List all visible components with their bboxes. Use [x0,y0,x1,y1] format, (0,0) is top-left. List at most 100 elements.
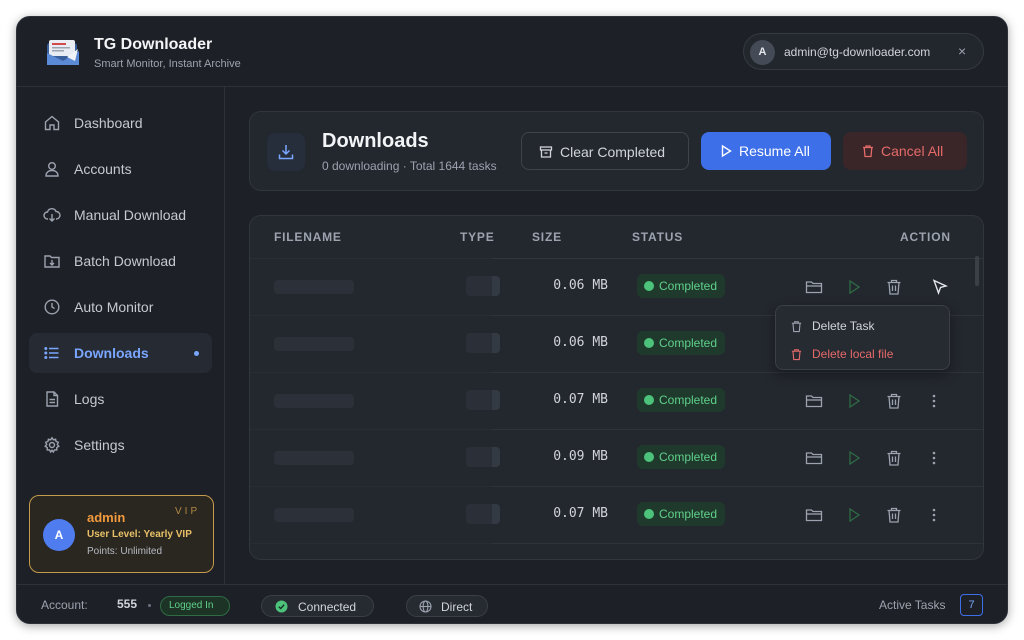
button-label: Clear Completed [560,144,666,160]
play-icon[interactable] [845,278,863,296]
trash-icon[interactable] [885,392,903,410]
menu-item-label: Delete Task [812,319,875,333]
proxy-mode[interactable]: Direct [406,595,488,617]
active-tasks-label: Active Tasks [879,598,946,612]
user-icon [45,162,59,177]
app-logo-icon [47,40,79,65]
downloads-header: Downloads 0 downloading · Total 1644 tas… [249,111,984,191]
login-status-badge: Logged In [160,596,230,616]
sidebar-item-accounts[interactable]: Accounts [29,149,212,189]
trash-icon [863,145,873,158]
badge-label: Logged In [169,600,214,611]
sidebar-item-downloads[interactable]: Downloads [29,333,212,373]
menu-item-delete-local-file[interactable]: Delete local file [776,340,951,368]
table-scrollbar[interactable] [975,256,979,286]
folder-icon[interactable] [805,392,823,410]
sidebar-item-label: Accounts [74,161,132,177]
sidebar-item-label: Auto Monitor [74,299,154,315]
play-icon [721,144,732,158]
folder-icon[interactable] [805,506,823,524]
play-icon[interactable] [845,449,863,467]
gear-icon [44,436,60,454]
app-subtitle: Smart Monitor, Instant Archive [94,58,241,70]
column-header-size[interactable]: SIZE [532,230,562,244]
status-badge: Completed [637,388,726,412]
account-label: Account: [41,598,88,612]
vip-tag: VIP [175,506,201,517]
clear-completed-button[interactable]: Clear Completed [521,132,689,170]
menu-item-label: Delete local file [812,347,894,361]
vip-username: admin [87,510,126,525]
trash-icon[interactable] [885,506,903,524]
cancel-all-button[interactable]: Cancel All [843,132,967,170]
folder-icon[interactable] [805,278,823,296]
button-label: Resume All [739,143,810,159]
sidebar-item-batch-download[interactable]: Batch Download [29,241,212,281]
user-chip[interactable]: A admin@tg-downloader.com × [743,33,984,70]
mode-label: Direct [441,600,473,614]
avatar: A [750,40,775,65]
status-badge: Completed [637,445,726,469]
more-vertical-icon[interactable] [925,392,943,410]
more-vertical-icon[interactable] [925,449,943,467]
column-header-filename[interactable]: FILENAME [274,230,342,244]
vip-card[interactable]: A admin VIP User Level: Yearly VIP Point… [29,495,214,573]
file-size: 0.07 MB [553,506,608,521]
sidebar-item-logs[interactable]: Logs [29,379,212,419]
status-badge: Completed [637,502,726,526]
more-vertical-icon[interactable] [925,506,943,524]
file-size: 0.07 MB [553,392,608,407]
sidebar: Dashboard Accounts Manual Download Batch… [17,87,225,584]
status-badge: Completed [637,331,726,355]
column-header-type[interactable]: TYPE [460,230,495,244]
title-bar: TG Downloader Smart Monitor, Instant Arc… [17,17,1007,87]
sidebar-item-label: Dashboard [74,115,143,131]
active-tasks-count[interactable]: 7 [960,594,983,616]
active-indicator-dot [194,351,199,356]
redaction-blur-overlay [250,246,492,559]
file-size: 0.06 MB [553,278,608,293]
user-email: admin@tg-downloader.com [784,45,931,59]
download-icon [267,133,305,171]
close-icon[interactable]: × [958,43,966,59]
home-icon [44,115,60,131]
status-badge: Completed [637,274,726,298]
sidebar-item-label: Manual Download [74,207,187,223]
sidebar-item-manual-download[interactable]: Manual Download [29,195,212,235]
sidebar-item-auto-monitor[interactable]: Auto Monitor [29,287,212,327]
cloud-download-icon [43,208,61,222]
cursor-icon[interactable] [931,278,949,296]
downloads-table: FILENAME TYPE SIZE STATUS ACTION 0.06 MB… [249,215,984,560]
globe-icon [419,600,432,613]
connection-status[interactable]: Connected [261,595,374,617]
play-icon[interactable] [845,392,863,410]
resume-all-button[interactable]: Resume All [701,132,831,170]
trash-icon[interactable] [885,278,903,296]
separator-dot [148,604,151,607]
app-title: TG Downloader [94,36,213,53]
column-header-action: ACTION [900,230,951,244]
trash-icon [791,321,802,333]
check-circle-icon [275,600,288,613]
file-size: 0.06 MB [553,335,608,350]
sidebar-item-label: Logs [74,391,105,407]
play-icon[interactable] [845,506,863,524]
sidebar-item-label: Batch Download [74,253,176,269]
menu-item-delete-task[interactable]: Delete Task [776,312,951,340]
folder-icon[interactable] [805,449,823,467]
file-size: 0.09 MB [553,449,608,464]
sidebar-item-label: Downloads [74,345,149,361]
folder-download-icon [44,255,60,268]
button-label: Cancel All [881,143,944,159]
column-header-status[interactable]: STATUS [632,230,683,244]
sidebar-item-settings[interactable]: Settings [29,425,212,465]
trash-icon[interactable] [885,449,903,467]
account-count: 555 [117,597,138,611]
vip-points: Points: Unlimited [87,546,163,557]
list-icon [44,347,59,359]
file-icon [46,391,59,407]
status-bar: Account: 555 Logged In Connected Direct … [17,584,1007,623]
connection-label: Connected [298,600,357,614]
sidebar-item-dashboard[interactable]: Dashboard [29,103,212,143]
page-title: Downloads [322,130,429,152]
